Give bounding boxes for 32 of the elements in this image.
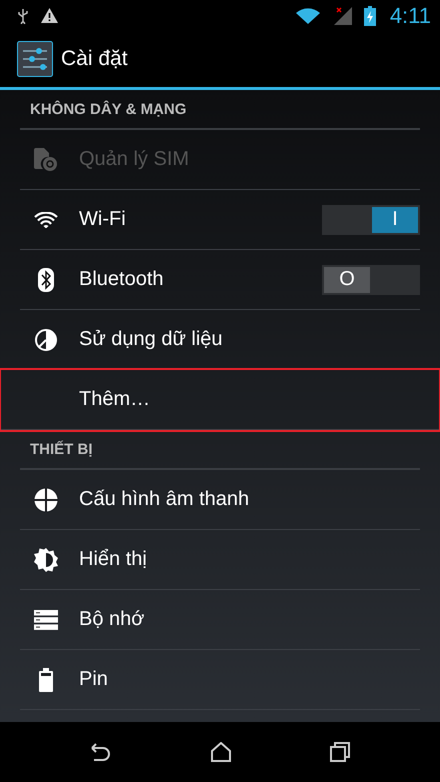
bluetooth-icon [38,268,54,292]
setting-label: Thêm… [79,388,152,411]
section-header: KHÔNG DÂY & MẠNG [30,100,186,118]
screen-title: Cài đặt [61,47,128,71]
setting-label[interactable]: Sử dụng dữ liệu [79,328,420,351]
home-icon[interactable] [210,742,231,762]
section-header: THIẾT BỊ [30,440,92,458]
wifi-icon [34,212,58,228]
brightness-icon [34,548,58,572]
setting-label[interactable]: Wi-Fi [79,208,322,231]
toggle-switch[interactable]: I [322,204,420,234]
toggle-switch[interactable]: O [322,264,420,294]
recent-apps-icon[interactable] [330,742,350,762]
pie-chart-icon [34,328,58,352]
usb-icon [17,8,29,24]
battery-charging-icon [364,6,376,26]
battery-icon [38,668,52,692]
storage-icon [34,610,58,630]
highlighted-row[interactable]: Thêm… [1,370,439,430]
settings-icon[interactable] [17,41,53,77]
signal-icon [332,6,352,24]
setting-label[interactable]: Hiển thị [79,548,420,571]
quartered-circle-icon [34,488,58,512]
warning-icon [41,8,58,23]
setting-label[interactable]: Bluetooth [79,268,322,291]
setting-label[interactable]: Cấu hình âm thanh [79,488,420,511]
setting-label[interactable]: Pin [79,668,420,691]
back-icon[interactable] [90,743,112,761]
sim-card-icon [34,148,58,172]
wifi-icon [296,8,320,24]
setting-label[interactable]: Bộ nhớ [79,608,420,631]
clock: 4:11 [390,2,431,28]
